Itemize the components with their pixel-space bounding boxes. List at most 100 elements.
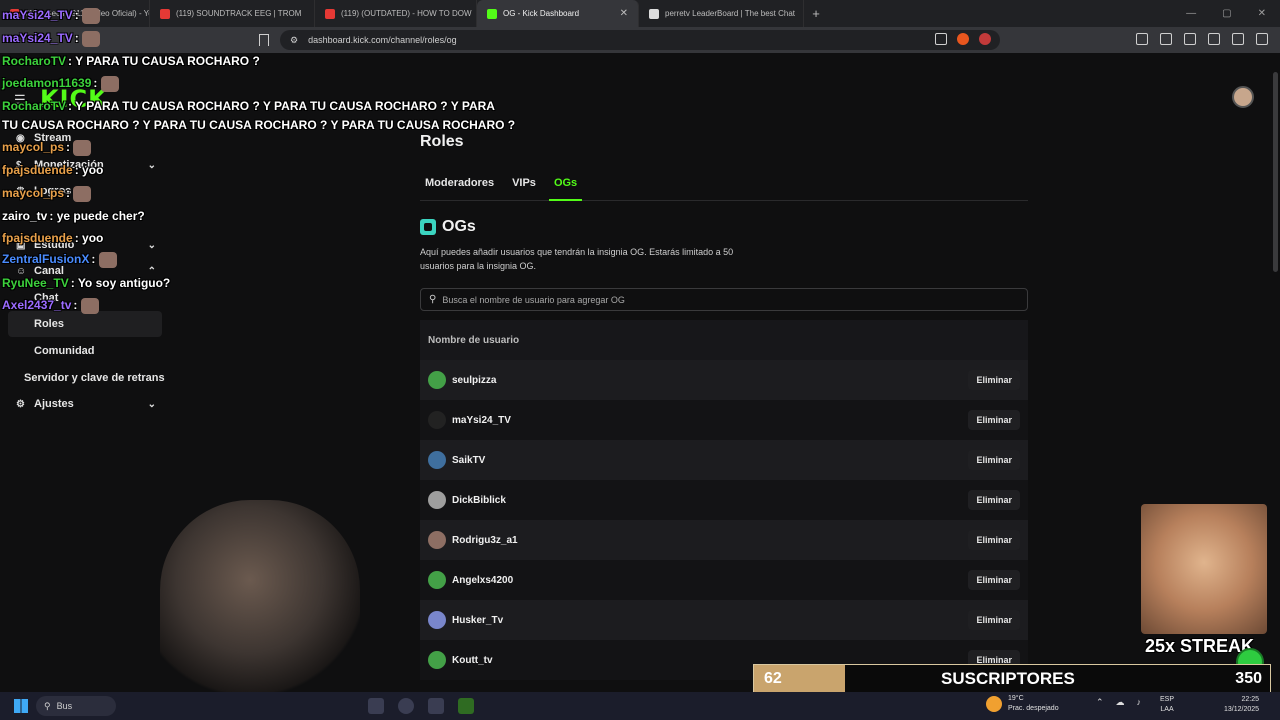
- remove-og-button[interactable]: Eliminar: [968, 610, 1020, 630]
- taskbar-search-text: Bus: [56, 701, 73, 711]
- chat-message: Axel2437_tv:: [2, 298, 99, 314]
- chat-emote-image: [82, 8, 101, 24]
- chat-username[interactable]: joedamon11639: [2, 76, 91, 90]
- chat-username[interactable]: zairo_tv: [2, 209, 47, 223]
- tab-soundtrack[interactable]: (119) SOUNDTRACK EEG | TROM: [150, 0, 315, 27]
- remove-og-button[interactable]: Eliminar: [968, 370, 1020, 390]
- username: maYsi24_TV: [452, 414, 511, 426]
- minimize-icon[interactable]: —: [1186, 8, 1196, 19]
- remove-og-button[interactable]: Eliminar: [968, 530, 1020, 550]
- url-bar[interactable]: ⚙ dashboard.kick.com/channel/roles/og: [280, 30, 1000, 50]
- bookmark-icon[interactable]: [259, 34, 269, 46]
- username: DickBiblick: [452, 494, 506, 506]
- chat-message: maycol_ps:: [2, 186, 92, 202]
- tab-kick-dashboard[interactable]: OG - Kick Dashboard ✕: [477, 0, 639, 27]
- music-icon[interactable]: [1160, 33, 1172, 45]
- sidebar-item-ajustes[interactable]: ⚙ Ajustes ⌄: [8, 391, 162, 417]
- windows-start-icon[interactable]: [14, 699, 28, 713]
- chat-text: :: [74, 31, 79, 46]
- chat-username[interactable]: RyuNee_TV: [2, 276, 69, 290]
- user-avatar: [428, 611, 446, 629]
- youtube-icon: [325, 8, 335, 19]
- obs-icon[interactable]: [398, 698, 414, 714]
- terminal-icon[interactable]: [368, 698, 384, 714]
- remove-og-button[interactable]: Eliminar: [968, 450, 1020, 470]
- chat-username[interactable]: fpajsduende: [2, 231, 73, 245]
- table-row: SaikTV Eliminar: [420, 440, 1028, 480]
- menu-icon[interactable]: [1256, 33, 1268, 45]
- kick-icon: [487, 8, 497, 19]
- chat-text: : yoo: [74, 163, 104, 177]
- tab-outdated[interactable]: (119) (OUTDATED) - HOW TO DOW: [315, 0, 477, 27]
- chat-message: ZentralFusionX:: [2, 252, 117, 268]
- close-window-icon[interactable]: ✕: [1258, 8, 1266, 19]
- chat-username[interactable]: fpajsduende: [2, 163, 73, 177]
- table-row: Husker_Tv Eliminar: [420, 600, 1028, 640]
- tab-search-icon[interactable]: [1136, 33, 1148, 45]
- sidebar-icon[interactable]: [1184, 33, 1196, 45]
- search-input[interactable]: [442, 294, 1003, 305]
- kick-app-icon[interactable]: [458, 698, 474, 714]
- clock[interactable]: 22:25 13/12/2025: [1224, 695, 1259, 715]
- chat-emote-image: [73, 186, 92, 202]
- scrollbar[interactable]: [1273, 72, 1278, 272]
- chat-text: : Y PARA TU CAUSA ROCHARO ?: [68, 54, 260, 68]
- steam-icon[interactable]: [428, 698, 444, 714]
- remove-og-button[interactable]: Eliminar: [968, 570, 1020, 590]
- chat-message: fpajsduende: yoo: [2, 231, 103, 245]
- search-field[interactable]: ⚲: [420, 288, 1028, 311]
- weather-widget[interactable]: 19°C Prac. despejado: [986, 694, 1059, 714]
- sub-label: SUSCRIPTORES: [941, 668, 1075, 688]
- sidebar-item-label: Comunidad: [34, 345, 95, 357]
- browser-tab-bar: (119) Sech - 911 (Video Oficial) - You (…: [0, 0, 1280, 27]
- section-description: Aquí puedes añadir usuarios que tendrán …: [420, 247, 734, 271]
- gear-icon: ⚙: [16, 398, 25, 410]
- vpn-icon[interactable]: [1232, 33, 1244, 45]
- chat-username[interactable]: maYsi24_TV: [2, 8, 73, 22]
- chevron-up-icon[interactable]: ⌃: [1096, 697, 1104, 708]
- taskbar-search[interactable]: ⚲ Bus: [36, 696, 116, 716]
- sidebar-item-servidor[interactable]: Servidor y clave de retrans: [8, 365, 178, 391]
- window-controls: — ▢ ✕: [1186, 8, 1280, 19]
- chat-username[interactable]: Axel2437_tv: [2, 298, 71, 312]
- table-row: seulpizza Eliminar: [420, 360, 1028, 400]
- chat-username[interactable]: maycol_ps: [2, 140, 64, 154]
- brave-rewards-icon[interactable]: [979, 33, 991, 45]
- wallet-icon[interactable]: [1208, 33, 1220, 45]
- chat-text: : ye puede cher?: [49, 209, 145, 223]
- tab-ogs[interactable]: OGs: [548, 173, 583, 201]
- username: SaikTV: [452, 454, 486, 466]
- chat-username[interactable]: RocharoTV: [2, 99, 66, 113]
- network-icon[interactable]: ☁: [1116, 697, 1125, 708]
- chat-username[interactable]: RocharoTV: [2, 54, 66, 68]
- section-header: OGs: [420, 218, 476, 236]
- lang-layout: LAA: [1160, 706, 1174, 713]
- tab-moderadores[interactable]: Moderadores: [420, 173, 499, 201]
- site-info-icon[interactable]: ⚙: [290, 35, 298, 46]
- new-tab-icon[interactable]: +: [804, 6, 828, 21]
- table-header: Nombre de usuario: [428, 334, 520, 346]
- chat-username[interactable]: maYsi24_TV: [2, 31, 73, 45]
- share-icon[interactable]: [935, 33, 947, 45]
- chat-username[interactable]: ZentralFusionX: [2, 252, 89, 266]
- tab-vips[interactable]: VIPs: [507, 173, 541, 201]
- maximize-icon[interactable]: ▢: [1222, 8, 1231, 19]
- chat-text: :: [73, 298, 78, 313]
- sidebar-item-comunidad[interactable]: Comunidad: [8, 338, 162, 364]
- microphone-icon[interactable]: ♪: [1137, 697, 1142, 708]
- screen: (119) Sech - 911 (Video Oficial) - You (…: [0, 0, 1280, 720]
- chat-username[interactable]: maycol_ps: [2, 186, 64, 200]
- language-indicator[interactable]: ESP LAA: [1160, 695, 1174, 715]
- remove-og-button[interactable]: Eliminar: [968, 490, 1020, 510]
- remove-og-button[interactable]: Eliminar: [968, 410, 1020, 430]
- brave-shield-icon[interactable]: [957, 33, 969, 45]
- webcam-feed: [160, 500, 360, 700]
- close-tab-icon[interactable]: ✕: [620, 8, 628, 19]
- table-row: Angelxs4200 Eliminar: [420, 560, 1028, 600]
- system-tray: ⌃ ☁ ♪: [1096, 697, 1141, 708]
- user-avatar[interactable]: [1232, 86, 1254, 108]
- tab-leaderboard[interactable]: perretv LeaderBoard | The best Chat: [639, 0, 804, 27]
- chat-message: maYsi24_TV:: [2, 8, 101, 24]
- user-avatar: [428, 571, 446, 589]
- sidebar-item-roles[interactable]: Roles: [8, 311, 162, 337]
